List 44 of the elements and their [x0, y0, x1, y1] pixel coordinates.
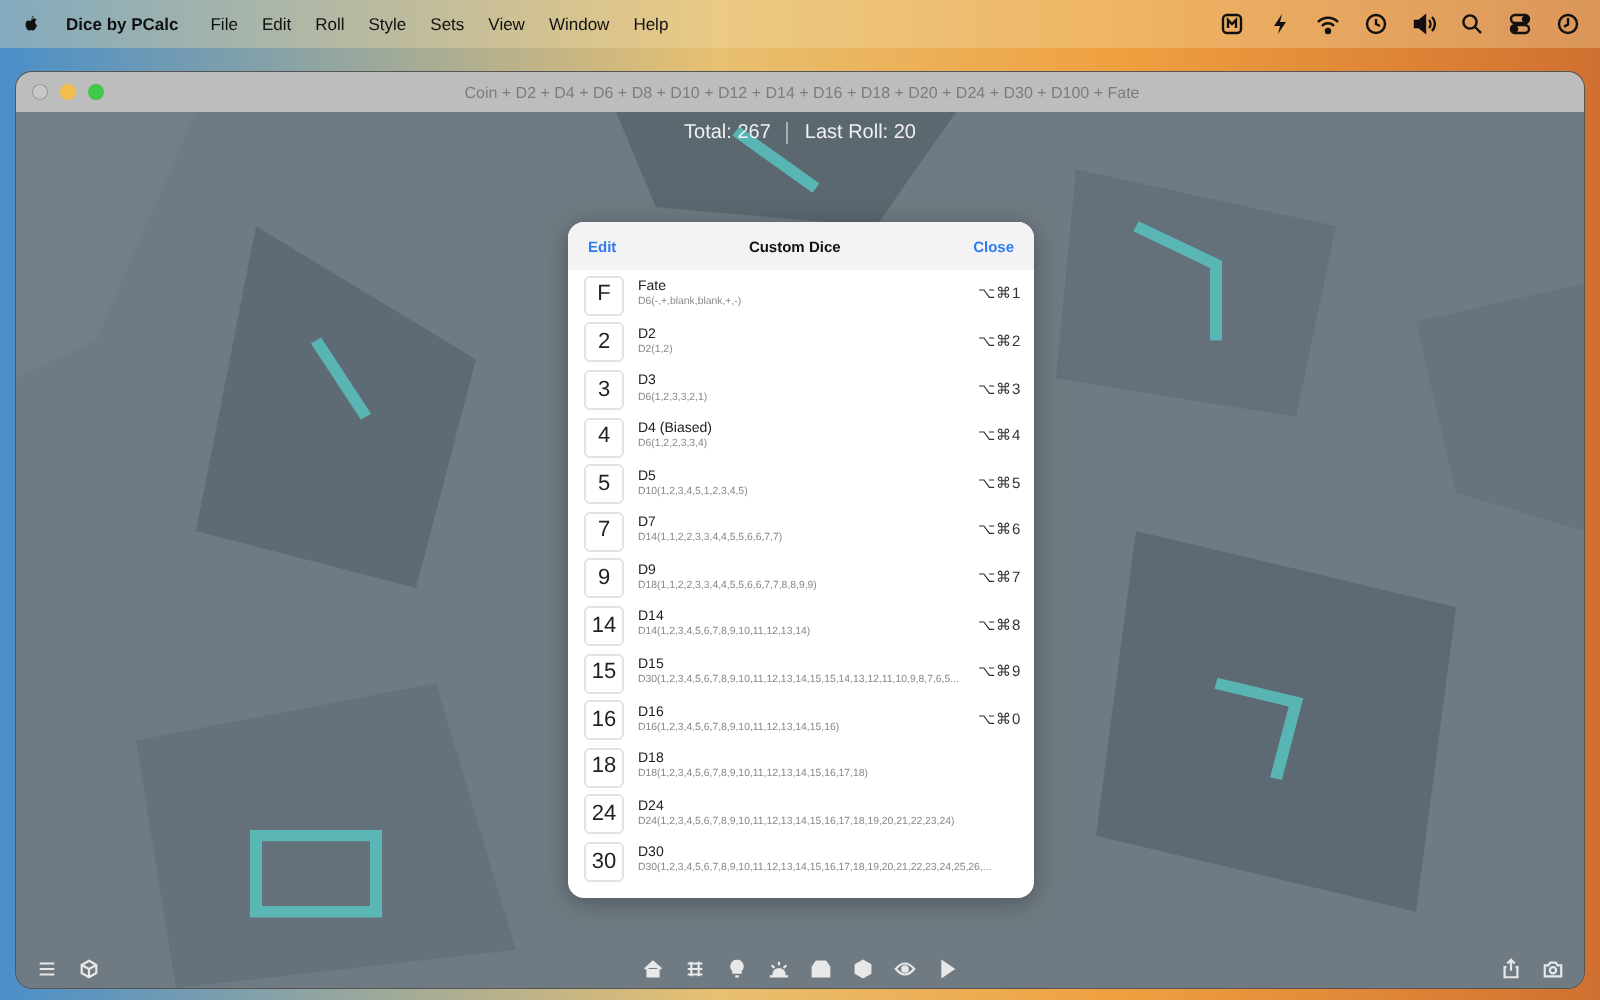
total-label: Total: 267: [684, 122, 771, 144]
die-face: F: [584, 275, 624, 316]
play-icon[interactable]: [936, 958, 958, 980]
menu-item[interactable]: Edit: [249, 14, 304, 34]
die-face: 9: [584, 558, 624, 599]
menu-item[interactable]: Window: [536, 14, 622, 34]
timer-icon[interactable]: [1556, 12, 1580, 36]
last-roll-label: Last Roll: 20: [804, 122, 916, 144]
home-icon[interactable]: [642, 958, 664, 980]
die-face: 2: [584, 322, 624, 363]
die-face: 30: [584, 841, 624, 882]
die-face: 16: [584, 700, 624, 741]
die-face: 18: [584, 747, 624, 788]
box-icon[interactable]: [852, 958, 874, 980]
grid-icon[interactable]: [684, 958, 706, 980]
die-face: 5: [584, 464, 624, 505]
menu-item[interactable]: View: [476, 14, 537, 34]
list-icon[interactable]: [36, 958, 58, 980]
share-icon[interactable]: [1500, 958, 1522, 980]
eye-icon[interactable]: [894, 958, 916, 980]
die-face: 14: [584, 605, 624, 646]
toggle-icon[interactable]: [1508, 12, 1532, 36]
camera-icon[interactable]: [1542, 958, 1564, 980]
clock-icon[interactable]: [1364, 12, 1388, 36]
search-icon[interactable]: [1460, 12, 1484, 36]
bolt-icon[interactable]: [1268, 12, 1292, 36]
app-menu[interactable]: Dice by PCalc: [42, 14, 199, 34]
cube-icon[interactable]: [78, 958, 100, 980]
die-face: 3: [584, 369, 624, 410]
menu-item[interactable]: Roll: [303, 14, 357, 34]
window-title: Coin + D2 + D4 + D6 + D8 + D10 + D12 + D14 + D16 + D18 + D20 + D24 + D30 + D100 + Fate: [462, 83, 1142, 101]
die-face: 4: [584, 417, 624, 458]
menu-item[interactable]: Help: [621, 14, 681, 34]
menu-item[interactable]: Sets: [418, 14, 477, 34]
menu-item[interactable]: Style: [356, 14, 419, 34]
wifi-icon[interactable]: [1316, 12, 1340, 36]
die-face: 24: [584, 794, 624, 835]
die-face: 15: [584, 653, 624, 694]
speaker-icon[interactable]: [1412, 12, 1436, 36]
die-face: 7: [584, 511, 624, 552]
lightbulb-icon[interactable]: [726, 958, 748, 980]
apple-icon[interactable]: [20, 13, 42, 35]
sun-icon[interactable]: [768, 958, 790, 980]
menu-item[interactable]: File: [198, 14, 250, 34]
